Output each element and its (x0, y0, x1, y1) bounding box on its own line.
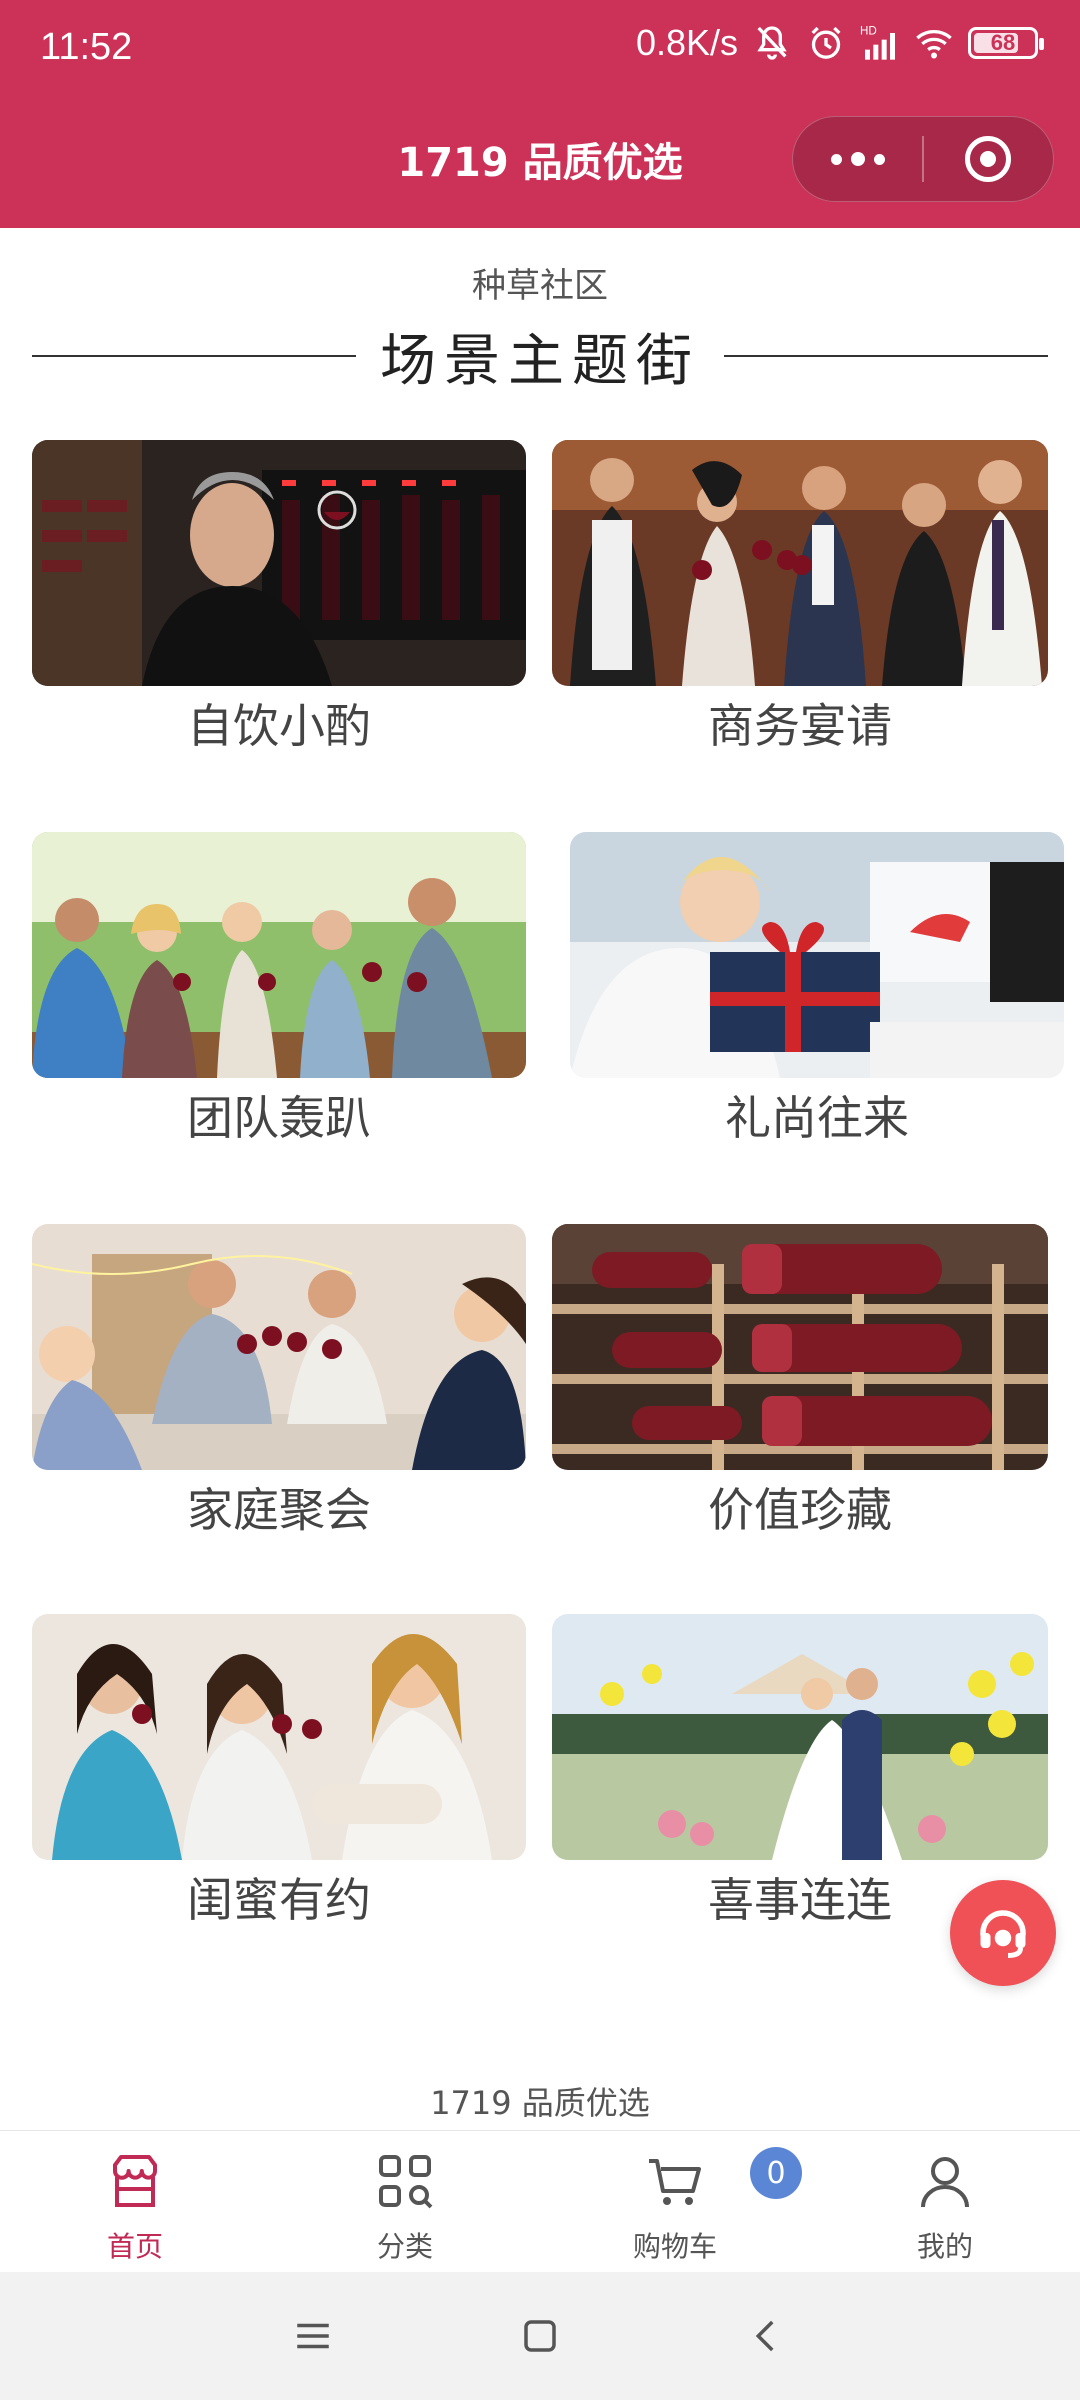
cart-icon (649, 2159, 701, 2205)
back-arrow-icon[interactable] (737, 2306, 797, 2366)
scene-card[interactable]: 家庭聚会 (32, 1224, 526, 1544)
app-header: 11:52 0.8K/s HD 68 1719 品质优选 (0, 0, 1080, 228)
scene-label: 团队轰趴 (187, 1091, 371, 1145)
status-icons: 0.8K/s HD 68 (635, 22, 1044, 64)
target-close-icon[interactable] (924, 116, 1053, 202)
customer-service-button[interactable] (950, 1880, 1056, 1986)
headset-icon (980, 1910, 1026, 1958)
tab-cart[interactable]: 购物车 0 (540, 2131, 810, 2272)
wifi-icon (916, 30, 952, 59)
system-navigation-bar (0, 2272, 1080, 2400)
tab-label: 我的 (916, 2230, 973, 2263)
scene-label: 自饮小酌 (187, 699, 371, 753)
more-dots-icon[interactable] (793, 116, 922, 202)
scene-image[interactable] (552, 440, 1048, 686)
status-time: 11:52 (40, 26, 133, 68)
tab-home[interactable]: 首页 (0, 2131, 270, 2272)
category-grid-icon (379, 2155, 433, 2209)
shop-icon (113, 2155, 157, 2207)
scene-card[interactable]: 团队轰趴 (32, 832, 526, 1152)
footer-brand: 1719 品质优选 (430, 2084, 650, 2122)
battery-icon: 68 (968, 27, 1044, 59)
scene-card[interactable]: 商务宴请 (552, 440, 1048, 760)
cart-count-badge: 0 (750, 2147, 802, 2199)
menu-icon[interactable] (283, 2306, 343, 2366)
hd-signal-icon: HD (860, 25, 895, 60)
alarm-clock-icon (811, 26, 841, 59)
status-bar: 11:52 0.8K/s HD 68 (0, 0, 1080, 100)
scene-label: 礼尚往来 (725, 1091, 909, 1145)
tab-label: 首页 (106, 2230, 163, 2263)
divider-line-right (724, 355, 1048, 357)
tab-category[interactable]: 分类 (270, 2131, 540, 2272)
scene-label: 商务宴请 (708, 699, 892, 753)
section-subtitle: 种草社区 (472, 266, 608, 306)
scene-image[interactable] (32, 832, 526, 1078)
tab-label: 购物车 (632, 2230, 717, 2263)
scene-image[interactable] (32, 1614, 526, 1860)
scene-label: 闺蜜有约 (187, 1873, 371, 1927)
home-square-icon[interactable] (510, 2306, 570, 2366)
scene-image[interactable] (552, 1614, 1048, 1860)
scene-image[interactable] (32, 1224, 526, 1470)
miniprogram-capsule (792, 116, 1054, 202)
scene-label: 价值珍藏 (708, 1483, 892, 1537)
battery-level: 68 (990, 30, 1016, 55)
divider-line-left (32, 355, 356, 357)
scene-card[interactable]: 自饮小酌 (32, 440, 526, 760)
svg-text:HD: HD (860, 25, 877, 38)
tab-label: 分类 (376, 2230, 433, 2263)
scene-card[interactable]: 价值珍藏 (552, 1224, 1048, 1544)
scene-card[interactable]: 礼尚往来 (570, 832, 1064, 1152)
tab-mine[interactable]: 我的 (810, 2131, 1080, 2272)
tab-bar: 首页 分类 购物车 0 我的 (0, 2130, 1080, 2272)
section-title: 场景主题街 (380, 328, 700, 394)
mute-bell-icon (757, 26, 787, 60)
scene-card[interactable]: 闺蜜有约 (32, 1614, 526, 1934)
scene-image[interactable] (552, 1224, 1048, 1470)
scene-card[interactable]: 喜事连连 (552, 1614, 1048, 1934)
section-heading: 场景主题街 (32, 318, 1048, 394)
network-speed: 0.8K/s (635, 22, 738, 63)
user-icon (921, 2157, 969, 2208)
scene-image[interactable] (570, 832, 1064, 1078)
scene-label: 家庭聚会 (187, 1483, 371, 1537)
scene-image[interactable] (32, 440, 526, 686)
